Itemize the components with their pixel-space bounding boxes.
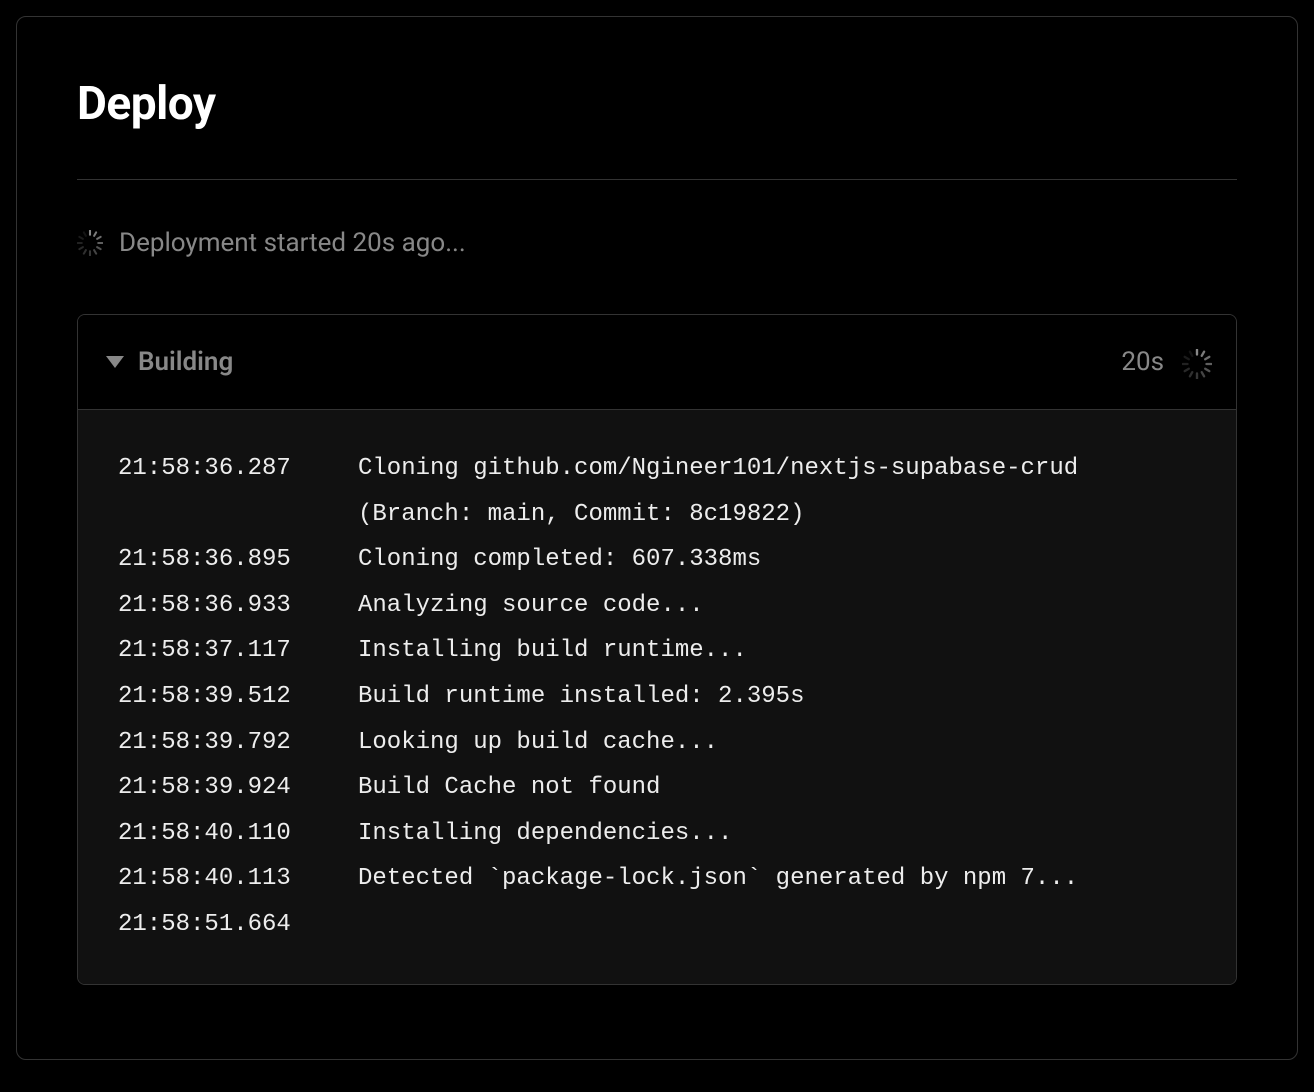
deploy-panel: Deploy xyxy=(16,16,1298,1060)
log-line: 21:58:40.110 Installing dependencies... xyxy=(118,811,1196,857)
log-timestamp: 21:58:36.287 xyxy=(118,446,318,492)
log-line: 21:58:36.287 Cloning github.com/Ngineer10… xyxy=(118,446,1196,537)
log-message: Looking up build cache... xyxy=(358,720,1196,766)
log-line: 21:58:37.117 Installing build runtime... xyxy=(118,628,1196,674)
log-message: Cloning completed: 607.338ms xyxy=(358,537,1196,583)
log-message: Installing dependencies... xyxy=(358,811,1196,857)
build-stage-label: Building xyxy=(138,347,233,377)
build-log-header[interactable]: Building 20s xyxy=(78,315,1236,410)
build-log-panel: Building 20s xyxy=(77,314,1237,985)
log-line: 21:58:39.512 Build runtime installed: 2.3… xyxy=(118,674,1196,720)
deployment-status-text: Deployment started 20s ago... xyxy=(119,228,466,258)
log-timestamp: 21:58:39.512 xyxy=(118,674,318,720)
log-timestamp: 21:58:39.792 xyxy=(118,720,318,766)
log-timestamp: 21:58:36.933 xyxy=(118,583,318,629)
log-timestamp: 21:58:51.664 xyxy=(118,902,318,948)
log-line: 21:58:36.895 Cloning completed: 607.338ms xyxy=(118,537,1196,583)
log-line: 21:58:51.664 xyxy=(118,902,1196,948)
spinner-icon xyxy=(1182,349,1208,375)
log-timestamp: 21:58:36.895 xyxy=(118,537,318,583)
log-timestamp: 21:58:39.924 xyxy=(118,765,318,811)
log-timestamp: 21:58:40.113 xyxy=(118,856,318,902)
log-message: Build runtime installed: 2.395s xyxy=(358,674,1196,720)
build-elapsed-time: 20s xyxy=(1121,347,1164,377)
page-title: Deploy xyxy=(77,77,1237,131)
log-line: 21:58:40.113 Detected `package-lock.json`… xyxy=(118,856,1196,902)
build-log-body[interactable]: 21:58:36.287 Cloning github.com/Ngineer10… xyxy=(78,410,1236,984)
log-message: Cloning github.com/Ngineer101/nextjs-sup… xyxy=(358,446,1196,537)
collapse-toggle-icon[interactable] xyxy=(106,356,124,368)
log-message: Installing build runtime... xyxy=(358,628,1196,674)
log-line: 21:58:39.924 Build Cache not found xyxy=(118,765,1196,811)
log-message: Build Cache not found xyxy=(358,765,1196,811)
log-timestamp: 21:58:40.110 xyxy=(118,811,318,857)
deployment-status-row: Deployment started 20s ago... xyxy=(77,228,1237,258)
log-message: Detected `package-lock.json` generated b… xyxy=(358,856,1196,902)
log-line: 21:58:39.792 Looking up build cache... xyxy=(118,720,1196,766)
log-message: Analyzing source code... xyxy=(358,583,1196,629)
spinner-icon xyxy=(77,230,103,256)
divider xyxy=(77,179,1237,180)
log-line: 21:58:36.933 Analyzing source code... xyxy=(118,583,1196,629)
log-timestamp: 21:58:37.117 xyxy=(118,628,318,674)
